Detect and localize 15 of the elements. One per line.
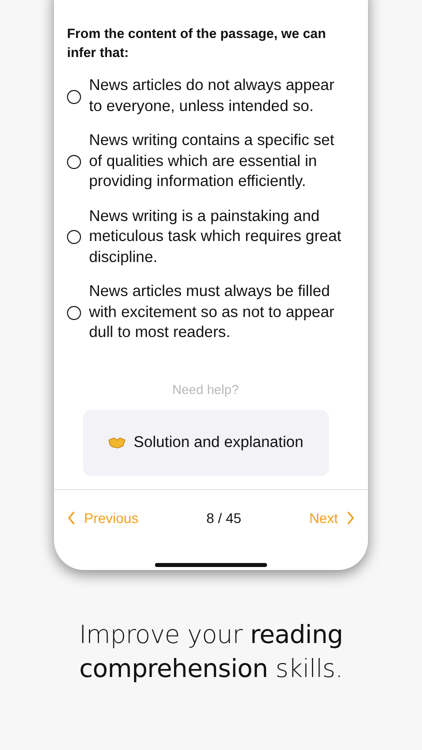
solution-button[interactable]: Solution and explanation bbox=[82, 410, 328, 476]
radio-button[interactable] bbox=[67, 154, 81, 169]
radio-button[interactable] bbox=[67, 230, 81, 244]
help-text: Need help? bbox=[171, 382, 240, 396]
chevron-left-icon bbox=[67, 510, 76, 524]
caption-text: Improve your reading comprehension skills. bbox=[78, 619, 344, 685]
radio-button[interactable] bbox=[67, 90, 81, 104]
answer-option[interactable]: News articles must always be filled with excitement so as not to appear dull to most readers. bbox=[89, 282, 344, 344]
chevron-right-icon bbox=[346, 510, 355, 524]
radio-button[interactable] bbox=[67, 306, 81, 320]
answer-option[interactable]: News writing contains a specific set of qualities which are essential in providing information efficiently. bbox=[89, 131, 344, 192]
answer-option[interactable]: News writing is a painstaking and meticulous task which requires great discipline. bbox=[89, 206, 344, 268]
page-counter: 8 / 45 bbox=[206, 510, 242, 526]
question-text: From the content of the passage, we can infer that: bbox=[67, 25, 327, 62]
answer-option[interactable]: News articles do not always appear to everyone, unless intended so. bbox=[89, 76, 344, 117]
